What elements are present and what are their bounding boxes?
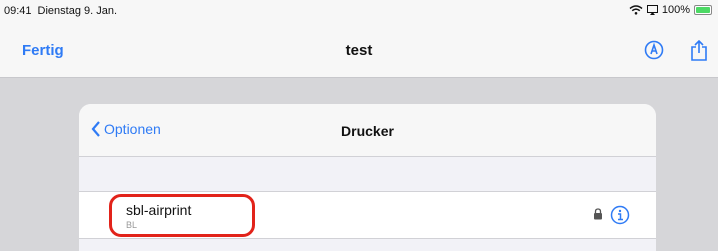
printer-sheet: Optionen Drucker sbl-airprint BL [79,104,656,251]
status-left: 09:41 Dienstag 9. Jan. [4,5,123,17]
document-title: test [345,42,373,59]
battery-fill [696,7,710,13]
nav-bar: Fertig test [0,24,718,78]
status-date: Dienstag 9. Jan. [37,5,118,17]
battery-percent: 100% [661,4,690,16]
printer-row[interactable]: sbl-airprint BL [79,191,656,239]
sheet-title: Drucker [341,123,394,139]
status-bar: 09:41 Dienstag 9. Jan. 100% [0,0,718,24]
status-time: 09:41 [4,5,32,17]
battery-icon [694,5,712,15]
status-right: 100% [629,4,712,16]
printer-name: sbl-airprint [126,202,192,218]
info-icon[interactable] [610,205,630,225]
markup-icon[interactable] [644,40,664,60]
printer-location: BL [126,220,138,230]
share-icon[interactable] [690,40,708,62]
wifi-icon [629,5,643,15]
lock-icon [594,208,602,220]
screen-mirroring-icon [646,5,658,15]
sheet-header: Optionen Drucker [79,104,656,157]
